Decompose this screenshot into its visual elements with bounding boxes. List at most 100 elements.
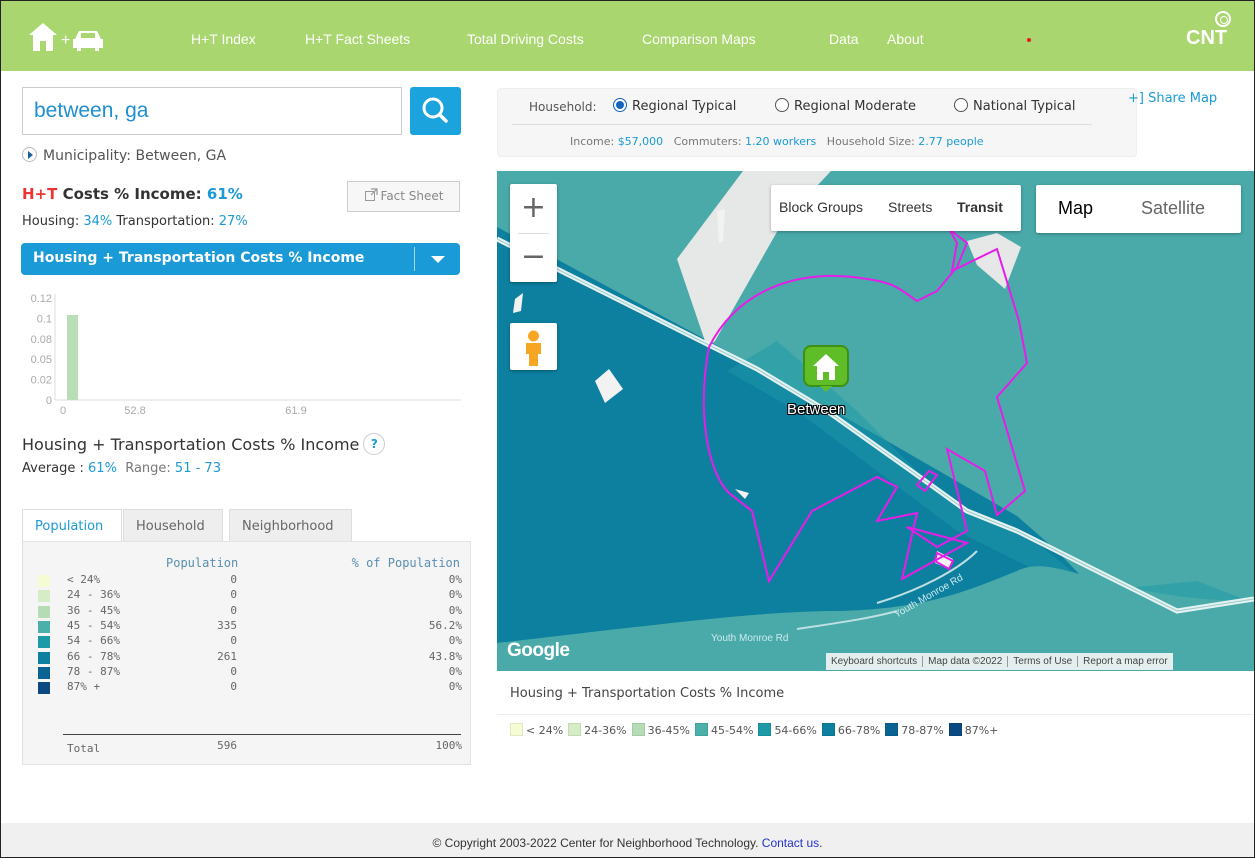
report-map-error-link[interactable]: Report a map error xyxy=(1078,656,1172,667)
nav-data[interactable]: Data xyxy=(829,31,859,47)
legend-swatch xyxy=(821,723,835,736)
fact-sheet-button[interactable]: Fact Sheet xyxy=(347,181,460,212)
table-row: 54 - 66% 0 0% xyxy=(23,634,472,649)
nav-ht-fact-sheets[interactable]: H+T Fact Sheets xyxy=(305,31,410,47)
nav-about[interactable]: About xyxy=(887,31,924,47)
cnt-ring-icon xyxy=(1215,11,1231,27)
legend-swatch xyxy=(631,723,645,736)
legend-item: 36-45% xyxy=(631,723,690,737)
pegman-streetview-button[interactable] xyxy=(510,323,557,370)
radio-regional-moderate[interactable]: Regional Moderate xyxy=(775,98,916,114)
y-tick-label: 0.12 xyxy=(31,293,52,305)
search-button[interactable] xyxy=(410,87,461,135)
color-swatch xyxy=(38,666,50,679)
color-swatch xyxy=(38,636,50,649)
legend-swatch xyxy=(695,723,709,736)
legend-item: 78-87% xyxy=(885,723,944,737)
layer-streets[interactable]: Streets xyxy=(888,199,932,215)
help-button[interactable]: ? xyxy=(363,433,386,455)
contact-us-link[interactable]: Contact us xyxy=(762,836,819,850)
zoom-out-button[interactable]: − xyxy=(510,233,557,282)
y-tick-label: 0.1 xyxy=(37,313,52,325)
map-type-map[interactable]: Map xyxy=(1058,198,1093,219)
radio-regional-typical[interactable]: Regional Typical xyxy=(613,98,736,114)
tab-population[interactable]: Population xyxy=(22,509,122,542)
cnt-logo[interactable]: CNT xyxy=(1186,27,1227,50)
zoom-in-button[interactable]: + xyxy=(510,184,557,233)
col-percent-population: % of Population xyxy=(351,556,460,570)
legend-item: < 24% xyxy=(510,723,563,737)
nav-total-driving-costs[interactable]: Total Driving Costs xyxy=(467,31,584,47)
map-legend: < 24% 24-36% 36-45% 45-54% 54-66% 66-78% 78-87… xyxy=(510,723,1003,737)
layer-transit[interactable]: Transit xyxy=(957,199,1003,215)
play-icon[interactable] xyxy=(22,147,37,162)
housing-transport-split: Housing: 34% Transportation: 27% xyxy=(22,214,248,229)
nav-ht-index[interactable]: H+T Index xyxy=(191,31,256,47)
table-row: 45 - 54% 335 56.2% xyxy=(23,619,472,634)
population-table: Population % of Population < 24% 0 0% 24 - … xyxy=(22,541,471,765)
top-nav: + H+T Index H+T Fact Sheets Total Drivin… xyxy=(1,1,1254,71)
tab-household[interactable]: Household xyxy=(123,509,223,542)
table-row: < 24% 0 0% xyxy=(23,573,472,588)
map-canvas[interactable] xyxy=(497,171,1254,671)
layer-block-groups[interactable]: Block Groups xyxy=(779,199,863,215)
metric-select[interactable]: Housing + Transportation Costs % Income xyxy=(21,243,460,275)
search-icon xyxy=(422,97,448,123)
y-tick-label: 0 xyxy=(46,395,52,407)
municipality-label: Municipality: Between, GA xyxy=(43,148,227,164)
legend-swatch xyxy=(758,723,772,736)
household-label: Household: xyxy=(529,100,597,114)
red-dot xyxy=(1027,38,1031,42)
ht-costs-summary: H+T Costs % Income: 61% xyxy=(22,185,243,203)
table-row: 36 - 45% 0 0% xyxy=(23,604,472,619)
color-swatch xyxy=(38,605,50,618)
y-tick-label: 0.05 xyxy=(31,354,52,366)
table-row: 66 - 78% 261 43.8% xyxy=(23,650,472,665)
legend-item: 66-78% xyxy=(821,723,880,737)
x-tick-label: 0 xyxy=(60,405,66,417)
legend-swatch xyxy=(568,723,582,736)
keyboard-shortcuts-link[interactable]: Keyboard shortcuts xyxy=(826,656,924,667)
legend-item: 24-36% xyxy=(568,723,627,737)
stat-title: Housing + Transportation Costs % Income? xyxy=(22,433,386,455)
table-row: 78 - 87% 0 0% xyxy=(23,665,472,680)
search-input[interactable] xyxy=(22,87,402,135)
nav-comparison-maps[interactable]: Comparison Maps xyxy=(642,31,756,47)
terms-of-use-link[interactable]: Terms of Use xyxy=(1008,656,1079,667)
place-label: Between xyxy=(787,401,846,418)
color-swatch xyxy=(38,575,50,587)
household-stats: Income: $57,000 Commuters: 1.20 workers … xyxy=(570,135,984,148)
household-panel: Household: Regional Typical Regional Mod… xyxy=(497,88,1137,157)
legend-item: 45-54% xyxy=(695,723,753,737)
color-swatch xyxy=(38,651,50,664)
table-row: 87% +0 0% xyxy=(23,680,472,695)
y-tick-label: 0.02 xyxy=(31,375,52,387)
color-swatch xyxy=(38,620,50,633)
metric-select-label: Housing + Transportation Costs % Income xyxy=(33,250,365,266)
chevron-down-icon xyxy=(431,256,445,263)
legend-swatch xyxy=(948,723,962,736)
share-map-link[interactable]: +] Share Map xyxy=(1128,91,1217,106)
radio-national-typical[interactable]: National Typical xyxy=(954,98,1076,114)
municipality-line[interactable]: Municipality: Between, GA xyxy=(22,147,226,164)
map-footer-links: Keyboard shortcuts Map data ©2022 Terms of… xyxy=(826,653,1173,670)
page-footer: © Copyright 2003-2022 Center for Neighbo… xyxy=(1,823,1254,857)
histogram-chart: 0.12 0.1 0.08 0.05 0.02 00 52.8 61.9 xyxy=(31,293,461,417)
ht-costs-value: 61% xyxy=(206,185,243,203)
col-population: Population xyxy=(166,556,239,570)
svg-text:+: + xyxy=(61,32,70,49)
external-link-icon xyxy=(364,188,378,201)
color-swatch xyxy=(38,590,50,603)
y-tick-label: 0.08 xyxy=(31,334,52,346)
road-label: Youth Monroe Rd xyxy=(711,633,789,644)
total-row: Total 596 100% xyxy=(67,739,462,755)
map-type-control: Map Satellite xyxy=(1036,185,1241,233)
google-logo: Google xyxy=(507,640,570,661)
legend-item: 87%+ xyxy=(948,723,998,737)
house-car-logo-icon[interactable]: + xyxy=(27,21,107,53)
legend-title: Housing + Transportation Costs % Income xyxy=(510,686,785,701)
map-view[interactable]: Youth Monroe Rd Youth Monroe Rd Between … xyxy=(497,171,1254,671)
map-type-satellite[interactable]: Satellite xyxy=(1141,198,1205,219)
zoom-control: + − xyxy=(510,184,557,282)
tab-neighborhood[interactable]: Neighborhood xyxy=(229,509,352,542)
